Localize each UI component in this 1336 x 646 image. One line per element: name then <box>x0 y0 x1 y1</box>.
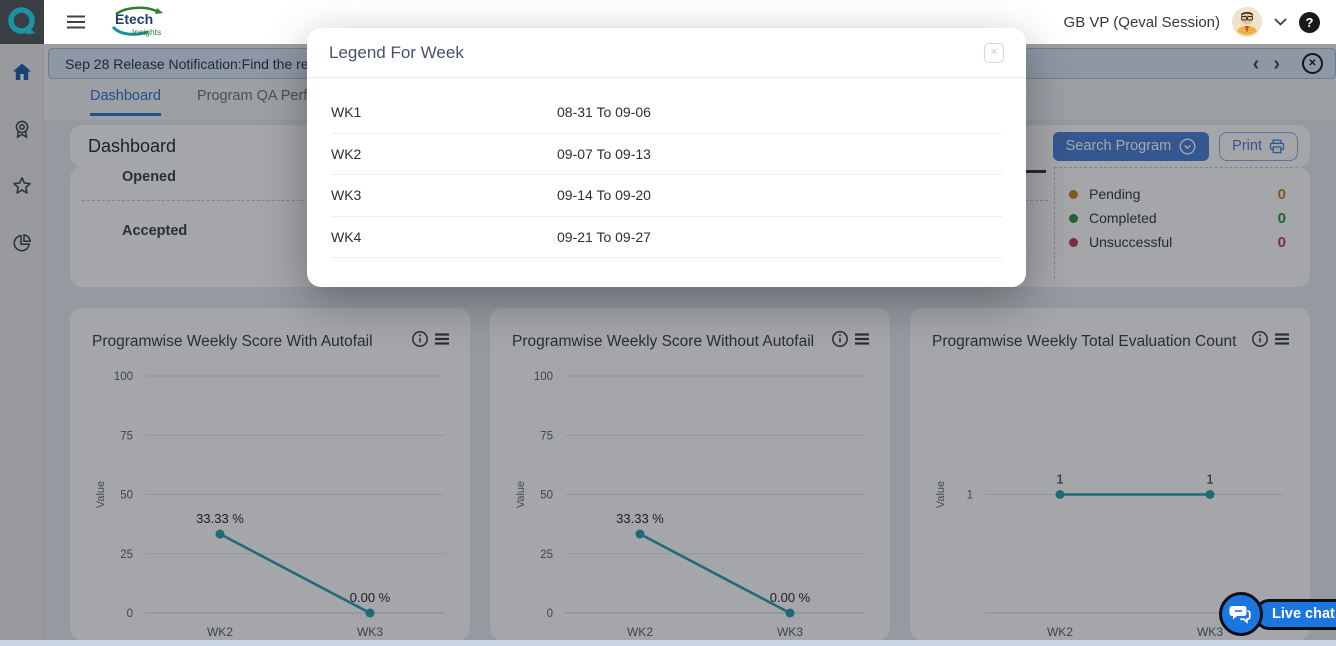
week-range: 09-21 To 09-27 <box>557 229 651 245</box>
week-row: WK1 08-31 To 09-06 <box>331 92 1002 134</box>
week-name: WK2 <box>331 146 557 162</box>
week-row: WK2 09-07 To 09-13 <box>331 134 1002 176</box>
chat-bubble-icon[interactable] <box>1219 592 1263 636</box>
week-name: WK1 <box>331 104 557 120</box>
menu-toggle-icon[interactable] <box>66 14 86 30</box>
help-icon[interactable]: ? <box>1299 12 1320 33</box>
live-chat-label[interactable]: Live chat <box>1254 599 1336 630</box>
brand-name: Etech <box>115 11 153 27</box>
user-menu-chevron-icon[interactable] <box>1274 13 1287 31</box>
avatar[interactable] <box>1232 7 1262 37</box>
week-name: WK3 <box>331 187 557 203</box>
week-range: 09-14 To 09-20 <box>557 187 651 203</box>
week-name: WK4 <box>331 229 557 245</box>
qeval-logo-icon[interactable] <box>0 0 44 44</box>
top-right-cluster: GB VP (Qeval Session) ? <box>1064 7 1336 37</box>
week-row: WK4 09-21 To 09-27 <box>331 217 1002 259</box>
week-range: 09-07 To 09-13 <box>557 146 651 162</box>
modal-body: WK1 08-31 To 09-06 WK2 09-07 To 09-13 WK… <box>307 78 1026 258</box>
user-session-label: GB VP (Qeval Session) <box>1064 14 1220 31</box>
brand-sub: Insights <box>132 27 161 37</box>
week-range: 08-31 To 09-06 <box>557 104 651 120</box>
horizontal-scrollbar[interactable] <box>0 640 1336 646</box>
live-chat-widget[interactable]: Live chat <box>1219 592 1336 636</box>
modal-header: Legend For Week ✕ <box>307 28 1026 78</box>
modal-close-icon[interactable]: ✕ <box>984 43 1004 63</box>
week-row: WK3 09-14 To 09-20 <box>331 175 1002 217</box>
etech-insights-logo: Etech Insights <box>108 4 170 40</box>
legend-for-week-modal: Legend For Week ✕ WK1 08-31 To 09-06 WK2… <box>307 28 1026 287</box>
app-screen: Etech Insights GB VP (Qeval Session) <box>0 0 1336 646</box>
modal-title: Legend For Week <box>329 43 464 63</box>
